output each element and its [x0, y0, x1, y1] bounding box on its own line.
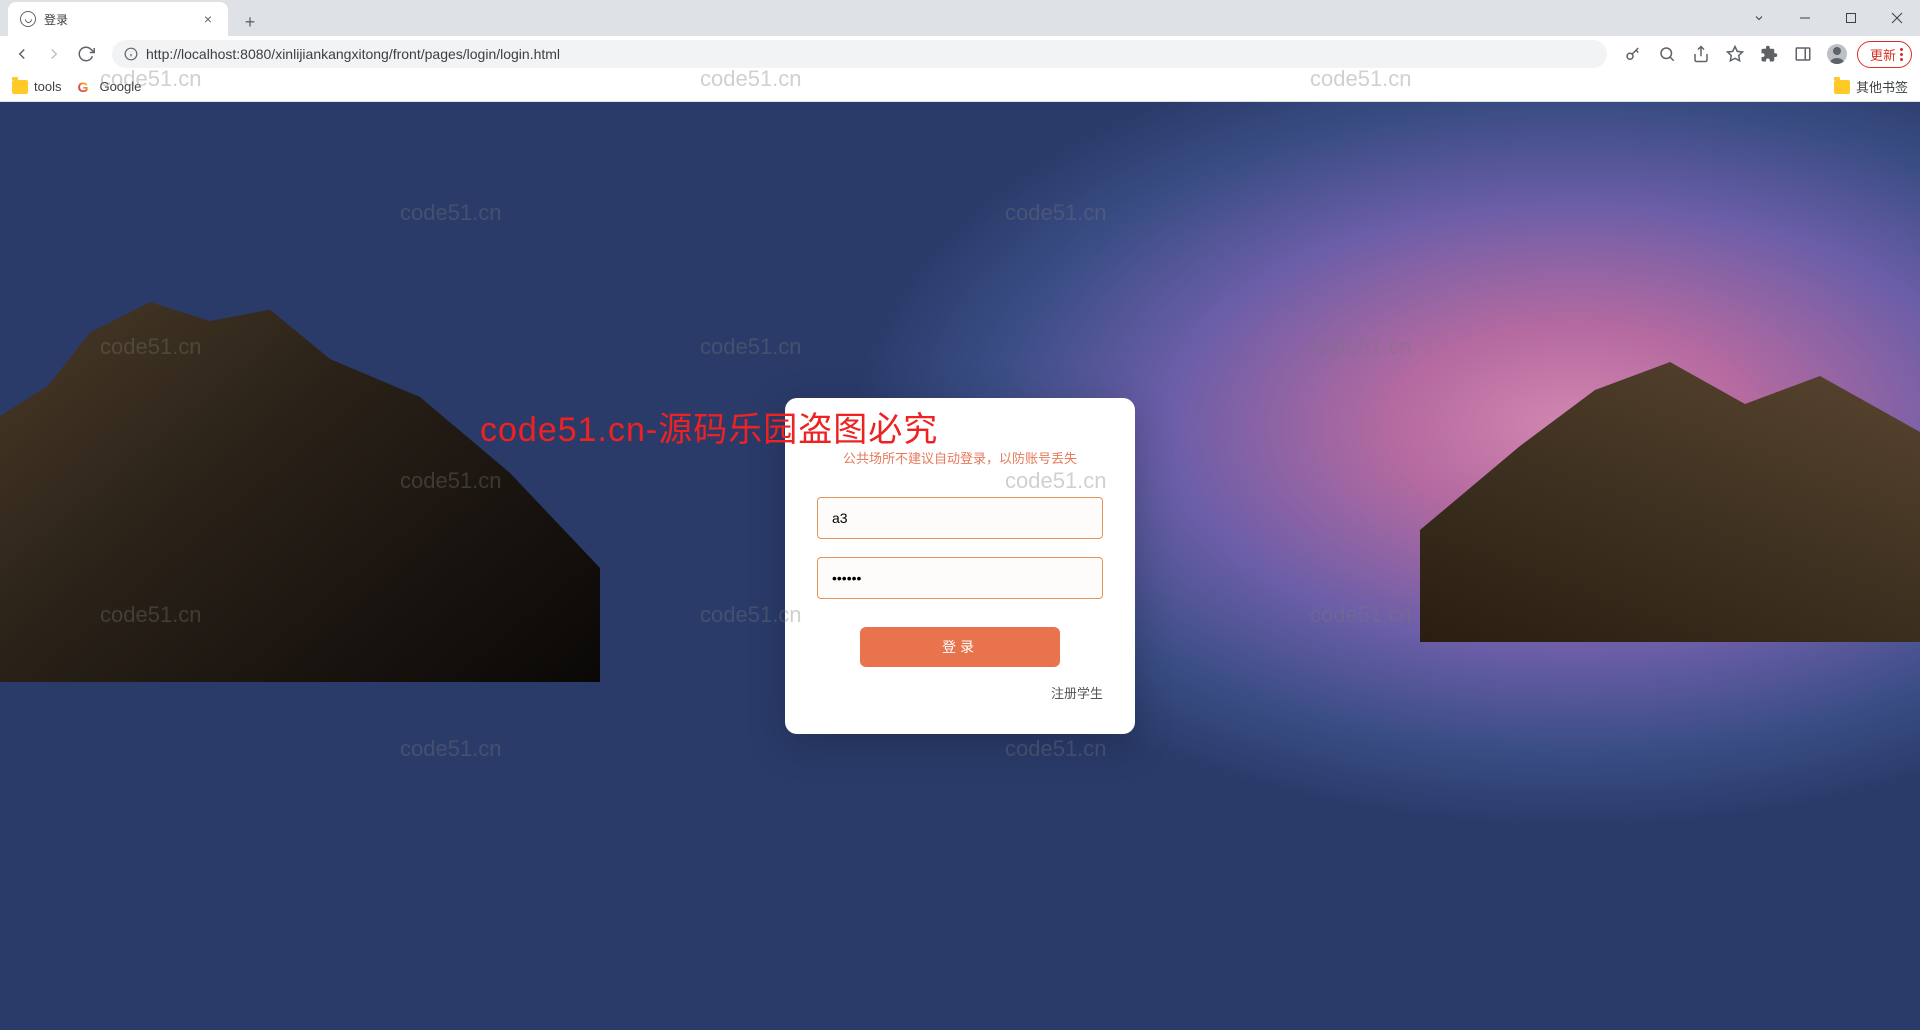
share-icon[interactable] — [1687, 40, 1715, 68]
extensions-icon[interactable] — [1755, 40, 1783, 68]
bookmarks-bar: tools G Google 其他书签 — [0, 72, 1920, 102]
close-icon[interactable]: × — [200, 11, 216, 27]
watermark: code51.cn — [400, 200, 502, 226]
register-link[interactable]: 注册学生 — [817, 683, 1103, 702]
update-label: 更新 — [1870, 45, 1896, 64]
login-button[interactable]: 登录 — [860, 627, 1060, 667]
google-icon: G — [77, 79, 93, 95]
minimize-button[interactable] — [1782, 3, 1828, 33]
login-hint: 公共场所不建议自动登录，以防账号丢失 — [817, 448, 1103, 467]
tab-bar: 登录 × + — [0, 0, 1920, 36]
window-controls — [1736, 0, 1920, 36]
username-input[interactable] — [817, 497, 1103, 539]
update-button[interactable]: 更新 — [1857, 41, 1912, 68]
bookmark-google[interactable]: G Google — [77, 79, 141, 95]
login-card: 公共场所不建议自动登录，以防账号丢失 登录 注册学生 — [785, 398, 1135, 734]
password-input[interactable] — [817, 557, 1103, 599]
maximize-button[interactable] — [1828, 3, 1874, 33]
folder-icon — [12, 80, 28, 94]
info-icon[interactable] — [124, 47, 138, 61]
profile-icon[interactable] — [1823, 40, 1851, 68]
watermark: code51.cn — [1005, 200, 1107, 226]
watermark: code51.cn — [1310, 334, 1412, 360]
chevron-down-icon[interactable] — [1736, 3, 1782, 33]
reload-button[interactable] — [72, 40, 100, 68]
bookmark-label: Google — [99, 79, 141, 94]
watermark: code51.cn — [400, 736, 502, 762]
key-icon[interactable] — [1619, 40, 1647, 68]
bookmark-star-icon[interactable] — [1721, 40, 1749, 68]
watermark: code51.cn — [1310, 602, 1412, 628]
close-button[interactable] — [1874, 3, 1920, 33]
globe-icon — [20, 11, 36, 27]
browser-toolbar: http://localhost:8080/xinlijiankangxiton… — [0, 36, 1920, 72]
new-tab-button[interactable]: + — [236, 8, 264, 36]
background-mountain — [1420, 362, 1920, 642]
menu-dots-icon — [1900, 48, 1903, 61]
folder-icon — [1834, 80, 1850, 94]
bookmark-other[interactable]: 其他书签 — [1834, 77, 1908, 96]
side-panel-icon[interactable] — [1789, 40, 1817, 68]
watermark: code51.cn — [1005, 736, 1107, 762]
bookmark-tools[interactable]: tools — [12, 79, 61, 94]
address-bar[interactable]: http://localhost:8080/xinlijiankangxiton… — [112, 40, 1607, 68]
page-content: 公共场所不建议自动登录，以防账号丢失 登录 注册学生 code51.cn cod… — [0, 102, 1920, 1030]
bookmark-label: tools — [34, 79, 61, 94]
browser-chrome: 登录 × + http://localhost:8080/xinlijianka… — [0, 0, 1920, 102]
url-text: http://localhost:8080/xinlijiankangxiton… — [146, 46, 560, 62]
back-button[interactable] — [8, 40, 36, 68]
zoom-icon[interactable] — [1653, 40, 1681, 68]
toolbar-right: 更新 — [1619, 40, 1912, 68]
browser-tab[interactable]: 登录 × — [8, 2, 228, 36]
background-mountain — [0, 302, 600, 682]
watermark: code51.cn — [700, 334, 802, 360]
tab-title: 登录 — [44, 11, 192, 28]
bookmark-label: 其他书签 — [1856, 77, 1908, 96]
forward-button[interactable] — [40, 40, 68, 68]
